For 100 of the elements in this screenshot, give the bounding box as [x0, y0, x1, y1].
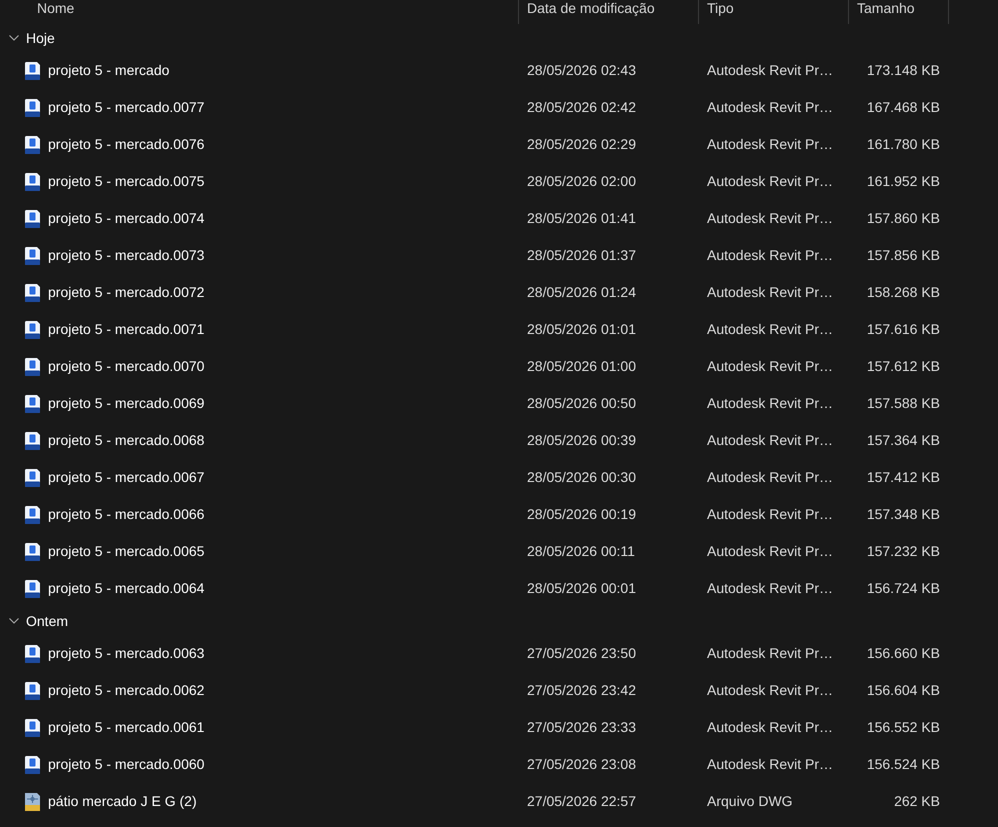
document-icon — [24, 542, 41, 560]
file-name[interactable]: projeto 5 - mercado.0076 — [48, 134, 204, 155]
document-icon — [24, 506, 41, 524]
file-size: 157.616 KB — [866, 320, 940, 339]
modified-date: 28/05/2026 00:50 — [527, 395, 636, 411]
file-type: Autodesk Revit Pr… — [707, 395, 834, 411]
modified-date: 28/05/2026 02:43 — [527, 62, 636, 78]
modified-date: 28/05/2026 00:30 — [527, 469, 636, 485]
file-size: 156.724 KB — [866, 579, 940, 598]
file-size: 157.412 KB — [866, 468, 940, 487]
file-type: Arquivo DWG — [707, 793, 793, 809]
document-icon — [24, 172, 41, 190]
modified-date: 28/05/2026 00:19 — [527, 506, 636, 522]
file-type: Autodesk Revit Pr… — [707, 719, 834, 735]
modified-date: 28/05/2026 00:39 — [527, 432, 636, 448]
modified-date: 27/05/2026 23:33 — [527, 719, 636, 735]
file-name[interactable]: projeto 5 - mercado — [48, 60, 170, 81]
file-size: 157.860 KB — [866, 209, 940, 228]
file-size: 157.612 KB — [866, 357, 940, 376]
file-name[interactable]: projeto 5 - mercado.0077 — [48, 97, 204, 118]
document-icon — [24, 468, 41, 486]
file-type: Autodesk Revit Pr… — [707, 543, 834, 559]
group-header[interactable]: Ontem — [0, 607, 68, 635]
document-icon — [24, 718, 41, 736]
file-type: Autodesk Revit Pr… — [707, 284, 834, 300]
modified-date: 28/05/2026 01:24 — [527, 284, 636, 300]
file-size: 157.232 KB — [866, 542, 940, 561]
file-name[interactable]: projeto 5 - mercado.0075 — [48, 171, 204, 192]
modified-date: 28/05/2026 02:29 — [527, 136, 636, 152]
file-type: Autodesk Revit Pr… — [707, 99, 834, 115]
file-name[interactable]: projeto 5 - mercado.0069 — [48, 393, 204, 414]
modified-date: 27/05/2026 23:50 — [527, 645, 636, 661]
file-name[interactable]: projeto 5 - mercado.0070 — [48, 356, 204, 377]
document-icon — [24, 756, 41, 774]
file-type: Autodesk Revit Pr… — [707, 173, 834, 189]
file-type: Autodesk Revit Pr… — [707, 210, 834, 226]
document-icon — [24, 210, 41, 228]
file-name[interactable]: projeto 5 - mercado.0064 — [48, 578, 204, 599]
modified-date: 28/05/2026 00:01 — [527, 580, 636, 596]
file-type: Autodesk Revit Pr… — [707, 358, 834, 374]
file-name[interactable]: pátio mercado J E G (2) — [48, 791, 197, 812]
file-name[interactable]: projeto 5 - mercado.0060 — [48, 754, 204, 775]
file-name[interactable]: projeto 5 - mercado.0073 — [48, 245, 204, 266]
file-size: 173.148 KB — [866, 61, 940, 80]
document-icon — [24, 644, 41, 662]
modified-date: 27/05/2026 23:42 — [527, 682, 636, 698]
column-header[interactable]: Tamanho — [857, 0, 915, 17]
document-icon — [24, 98, 41, 116]
drawing-file-icon — [24, 792, 41, 810]
modified-date: 28/05/2026 00:11 — [527, 543, 635, 559]
file-name[interactable]: projeto 5 - mercado.0063 — [48, 643, 204, 664]
group-header[interactable]: Hoje — [0, 24, 55, 52]
modified-date: 28/05/2026 02:42 — [527, 99, 636, 115]
file-name[interactable]: projeto 5 - mercado.0071 — [48, 319, 204, 340]
file-type: Autodesk Revit Pr… — [707, 136, 834, 152]
file-name[interactable]: projeto 5 - mercado.0068 — [48, 430, 204, 451]
column-header[interactable]: Tipo — [707, 0, 734, 17]
file-type: Autodesk Revit Pr… — [707, 469, 834, 485]
file-size: 156.524 KB — [866, 755, 940, 774]
document-icon — [24, 136, 41, 154]
file-name[interactable]: projeto 5 - mercado.0067 — [48, 467, 204, 488]
file-size: 158.268 KB — [866, 283, 940, 302]
file-type: Autodesk Revit Pr… — [707, 62, 834, 78]
modified-date: 28/05/2026 01:41 — [527, 210, 636, 226]
file-size: 157.364 KB — [866, 431, 940, 450]
document-icon — [24, 62, 41, 80]
file-name[interactable]: projeto 5 - mercado.0066 — [48, 504, 204, 525]
file-size: 157.588 KB — [866, 394, 940, 413]
file-type: Autodesk Revit Pr… — [707, 321, 834, 337]
document-icon — [24, 358, 41, 376]
file-name[interactable]: projeto 5 - mercado.0061 — [48, 717, 204, 738]
document-icon — [24, 682, 41, 700]
file-size: 262 KB — [894, 792, 940, 811]
file-name[interactable]: projeto 5 - mercado.0065 — [48, 541, 204, 562]
modified-date: 28/05/2026 01:37 — [527, 247, 636, 263]
file-size: 161.952 KB — [866, 172, 940, 191]
file-type: Autodesk Revit Pr… — [707, 506, 834, 522]
file-size: 156.604 KB — [866, 681, 940, 700]
document-icon — [24, 580, 41, 598]
file-type: Autodesk Revit Pr… — [707, 756, 834, 772]
document-icon — [24, 394, 41, 412]
file-type: Autodesk Revit Pr… — [707, 645, 834, 661]
file-name[interactable]: projeto 5 - mercado.0072 — [48, 282, 204, 303]
file-size: 157.348 KB — [866, 505, 940, 524]
column-header[interactable]: Data de modificação — [527, 0, 655, 17]
document-icon — [24, 246, 41, 264]
modified-date: 27/05/2026 22:57 — [527, 793, 636, 809]
file-size: 161.780 KB — [866, 135, 940, 154]
file-size: 157.856 KB — [866, 246, 940, 265]
document-icon — [24, 432, 41, 450]
file-size: 156.552 KB — [866, 718, 940, 737]
column-header[interactable]: Nome — [37, 0, 74, 17]
file-type: Autodesk Revit Pr… — [707, 580, 834, 596]
modified-date: 28/05/2026 02:00 — [527, 173, 636, 189]
file-name[interactable]: projeto 5 - mercado.0074 — [48, 208, 204, 229]
file-type: Autodesk Revit Pr… — [707, 247, 834, 263]
modified-date: 27/05/2026 23:08 — [527, 756, 636, 772]
file-name[interactable]: projeto 5 - mercado.0062 — [48, 680, 204, 701]
file-size: 156.660 KB — [866, 644, 940, 663]
modified-date: 28/05/2026 01:00 — [527, 358, 636, 374]
